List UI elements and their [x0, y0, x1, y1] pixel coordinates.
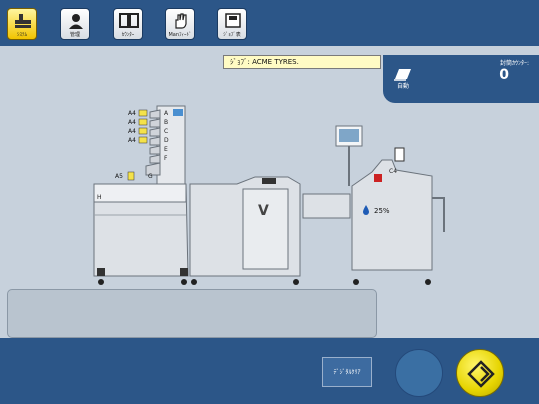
- tray-a-paper: A4: [128, 110, 136, 117]
- module-v-logo: V: [258, 203, 269, 219]
- tray-c-paper: A4: [128, 128, 136, 135]
- tray-label-d: D: [164, 137, 169, 144]
- inserter-module[interactable]: [189, 176, 301, 285]
- stop-button[interactable]: [395, 349, 443, 397]
- paper-icon: [138, 109, 148, 117]
- envelope-icon: [394, 147, 405, 162]
- feeder-module-h[interactable]: [93, 183, 189, 285]
- start-icon: [467, 360, 495, 388]
- tray-label-e: E: [164, 146, 168, 153]
- digital-clear-button[interactable]: ﾃﾞｼﾞﾀﾙｸﾘｱ: [322, 357, 372, 387]
- feeder-tray-slots: [145, 109, 161, 176]
- lower-tray-paper: A5: [115, 173, 123, 180]
- message-area: [7, 289, 377, 338]
- machine-diagram: A B C D E F G A4 A4 A4 A4 A5 H V C4 25%: [93, 105, 445, 285]
- tray-label-c: C: [164, 128, 168, 135]
- start-button[interactable]: [456, 349, 504, 397]
- eye-icon: [173, 109, 183, 116]
- sealer-module[interactable]: [335, 125, 445, 285]
- envelope-size: C4: [389, 168, 397, 175]
- tray-d-paper: A4: [128, 137, 136, 144]
- conveyor: [302, 193, 351, 219]
- tray-label-f: F: [164, 155, 168, 162]
- tray-label-g: G: [148, 173, 153, 180]
- tray-label-h: H: [97, 194, 102, 201]
- paper-icon: [138, 136, 148, 144]
- tray-label-b: B: [164, 119, 168, 126]
- tray-b-paper: A4: [128, 119, 136, 126]
- paper-icon: [127, 171, 135, 181]
- paper-icon: [138, 118, 148, 126]
- paper-icon: [138, 127, 148, 135]
- ink-level: 25%: [374, 207, 390, 215]
- exit-icon: [374, 174, 382, 182]
